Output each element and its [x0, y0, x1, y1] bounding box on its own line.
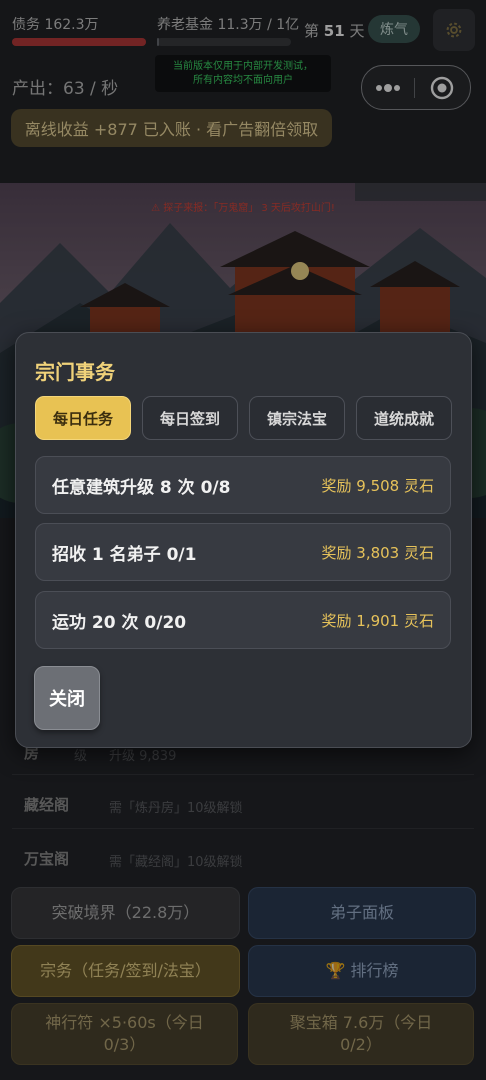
modal-title: 宗门事务 — [35, 360, 115, 384]
task-reward: 奖励 1,901 灵石 — [321, 612, 434, 630]
tab-daily-tasks[interactable]: 每日任务 — [35, 396, 131, 440]
task-reward: 奖励 3,803 灵石 — [321, 544, 434, 562]
task-name: 招收 1 名弟子 0/1 — [52, 545, 197, 565]
tab-achievements[interactable]: 道统成就 — [356, 396, 452, 440]
task-item: 任意建筑升级 8 次 0/8 奖励 9,508 灵石 — [35, 456, 451, 514]
task-name: 任意建筑升级 8 次 0/8 — [52, 478, 231, 498]
task-name: 运功 20 次 0/20 — [52, 613, 187, 633]
task-reward: 奖励 9,508 灵石 — [321, 477, 434, 495]
task-item: 招收 1 名弟子 0/1 奖励 3,803 灵石 — [35, 523, 451, 581]
task-item: 运功 20 次 0/20 奖励 1,901 灵石 — [35, 591, 451, 649]
tab-sect-treasure[interactable]: 镇宗法宝 — [249, 396, 345, 440]
modal-close-button[interactable]: 关闭 — [34, 666, 100, 730]
tab-daily-signin[interactable]: 每日签到 — [142, 396, 238, 440]
